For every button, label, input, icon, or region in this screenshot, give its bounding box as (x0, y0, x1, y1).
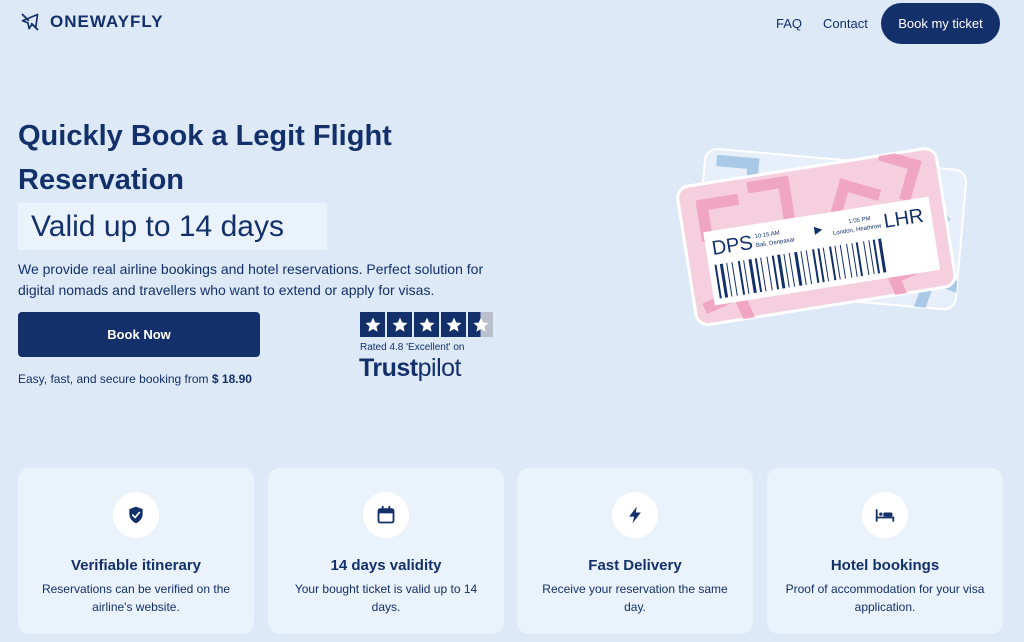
feature-title: Fast Delivery (588, 557, 682, 574)
calendar-icon (363, 492, 409, 538)
shield-check-icon (113, 492, 159, 538)
hero-title: Quickly Book a Legit Flight Reservation (18, 120, 392, 196)
header: ONEWAYFLY FAQ Contact Book my ticket (0, 0, 1024, 48)
feature-card-verifiable: Verifiable itinerary Reservations can be… (18, 468, 254, 634)
star-icon (360, 312, 385, 337)
nav-contact[interactable]: Contact (823, 16, 868, 31)
feature-text: Reservations can be verified on the airl… (41, 582, 231, 614)
trustpilot-brand-light: pilot (417, 354, 462, 382)
feature-card-delivery: Fast Delivery Receive your reservation t… (517, 468, 753, 634)
ticket-illustration: DPS 10:15 AM Bali, Denpasar 1:05 PM Lond… (668, 138, 978, 338)
feature-card-hotel: Hotel bookings Proof of accommodation fo… (767, 468, 1003, 634)
price-prefix: Easy, fast, and secure booking from (18, 372, 209, 386)
feature-title: Verifiable itinerary (70, 557, 202, 574)
book-now-button[interactable]: Book Now (18, 312, 260, 357)
half-star-icon (468, 312, 493, 337)
feature-title: Hotel bookings (830, 557, 940, 574)
feature-title: 14 days validity (330, 557, 442, 574)
validity-highlight: Valid up to 14 days (18, 203, 327, 250)
feature-text: Proof of accommodation for your visa app… (785, 582, 985, 614)
feature-text: Your bought ticket is valid up to 14 day… (294, 582, 478, 614)
star-icon (441, 312, 466, 337)
feature-card-validity: 14 days validity Your bought ticket is v… (268, 468, 504, 634)
brand-name: ONEWAYFLY (50, 12, 164, 31)
bed-icon (862, 492, 908, 538)
hero-description: We provide real airline bookings and hot… (18, 261, 484, 298)
trustpilot-logo[interactable]: Trustpilot (359, 354, 462, 383)
feature-text: Receive your reservation the same day. (542, 582, 728, 614)
brand-logo[interactable]: ONEWAYFLY (20, 12, 164, 32)
plane-icon (21, 13, 39, 31)
star-icon (414, 312, 439, 337)
star-icon (387, 312, 412, 337)
nav-faq[interactable]: FAQ (776, 16, 802, 31)
price-line: Easy, fast, and secure booking from $ 18… (18, 372, 252, 386)
trustpilot-stars[interactable] (360, 312, 493, 337)
trustpilot-rating-text: Rated 4.8 'Excellent' on (360, 342, 465, 353)
book-my-ticket-button[interactable]: Book my ticket (881, 3, 1000, 44)
price-value: $ 18.90 (211, 372, 252, 386)
trustpilot-brand-bold: Trust (359, 354, 418, 382)
lightning-icon (612, 492, 658, 538)
